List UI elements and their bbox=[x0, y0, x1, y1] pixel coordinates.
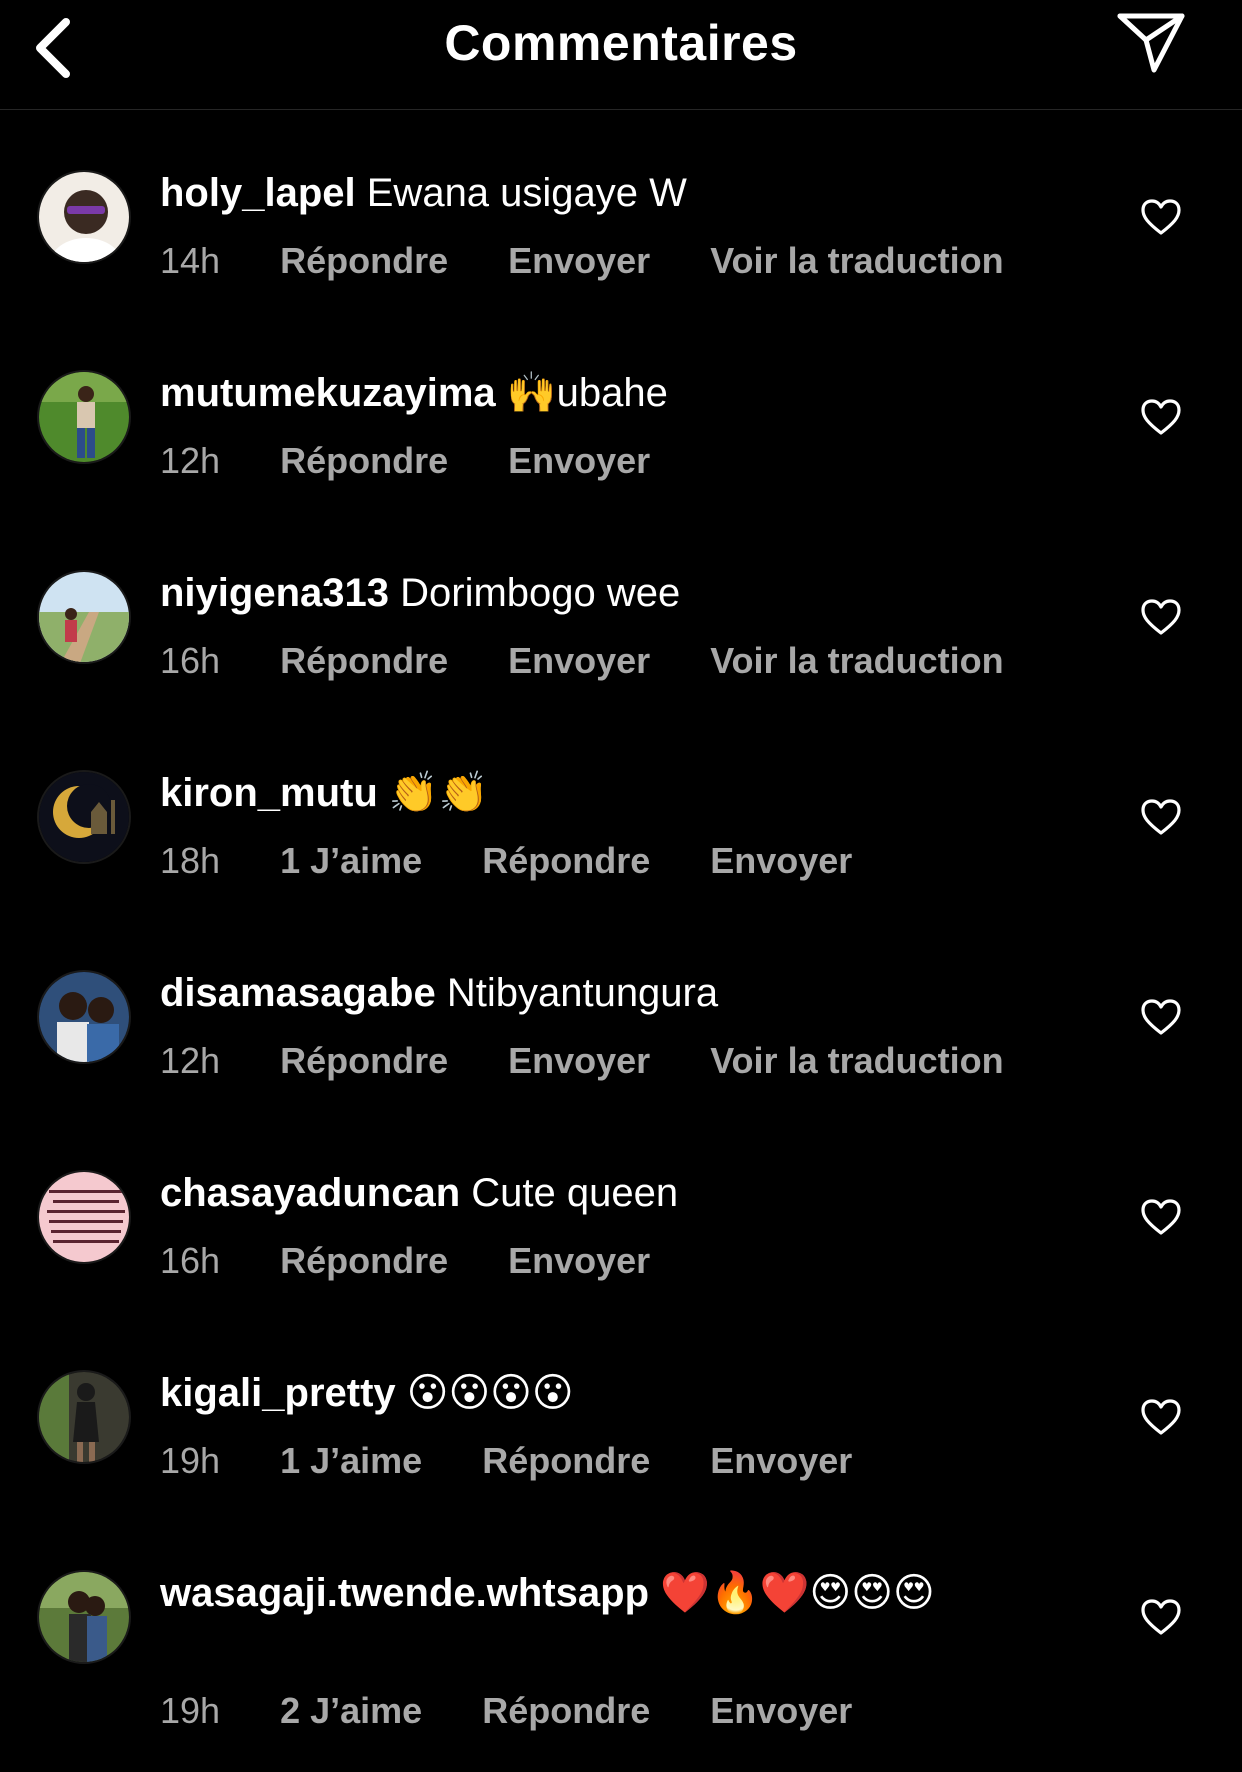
share-button[interactable] bbox=[1116, 10, 1186, 76]
reply-button[interactable]: Répondre bbox=[482, 1440, 650, 1481]
comment-body: 👏👏 bbox=[388, 771, 489, 815]
comment-username[interactable]: wasagaji.twende.whtsapp bbox=[160, 1571, 649, 1615]
heart-icon bbox=[1141, 399, 1181, 435]
comment-text: niyigena313 Dorimbogo wee bbox=[160, 568, 1060, 618]
like-button[interactable] bbox=[1140, 198, 1182, 238]
avatar-photo-icon bbox=[39, 1572, 129, 1662]
reply-button[interactable]: Répondre bbox=[280, 1040, 448, 1081]
comment-meta: 12h Répondre Envoyer Voir la traduction bbox=[160, 1040, 1054, 1082]
translate-button[interactable]: Voir la traduction bbox=[710, 1040, 1003, 1081]
comment-body: 🙌ubahe bbox=[506, 371, 668, 415]
send-button[interactable]: Envoyer bbox=[710, 840, 852, 881]
comment-meta: 16h Répondre Envoyer bbox=[160, 1240, 700, 1282]
comment-meta: 14h Répondre Envoyer Voir la traduction bbox=[160, 240, 1054, 282]
comment-time: 19h bbox=[160, 1440, 221, 1481]
comment-text: mutumekuzayima 🙌ubahe bbox=[160, 368, 1060, 418]
send-button[interactable]: Envoyer bbox=[508, 240, 650, 281]
comment-username[interactable]: holy_lapel bbox=[160, 171, 356, 215]
translate-button[interactable]: Voir la traduction bbox=[710, 240, 1003, 281]
comment-text: kiron_mutu 👏👏 bbox=[160, 768, 1060, 818]
comment-text: chasayaduncan Cute queen bbox=[160, 1168, 1060, 1218]
header-bar: Commentaires bbox=[0, 0, 1242, 110]
avatar-photo-icon bbox=[39, 372, 129, 462]
heart-icon bbox=[1141, 199, 1181, 235]
comment-time: 16h bbox=[160, 1240, 221, 1281]
avatar[interactable] bbox=[37, 970, 131, 1064]
send-button[interactable]: Envoyer bbox=[508, 440, 650, 481]
comment-body: Dorimbogo wee bbox=[400, 571, 681, 615]
comment-text: kigali_pretty 😮😮😮😮 bbox=[160, 1368, 1060, 1418]
like-button[interactable] bbox=[1140, 798, 1182, 838]
send-button[interactable]: Envoyer bbox=[508, 640, 650, 681]
send-button[interactable]: Envoyer bbox=[710, 1690, 852, 1731]
avatar[interactable] bbox=[37, 770, 131, 864]
heart-icon bbox=[1141, 999, 1181, 1035]
reply-button[interactable]: Répondre bbox=[280, 640, 448, 681]
paper-plane-icon bbox=[1117, 13, 1185, 73]
avatar[interactable] bbox=[37, 370, 131, 464]
like-button[interactable] bbox=[1140, 398, 1182, 438]
like-button[interactable] bbox=[1140, 598, 1182, 638]
reply-button[interactable]: Répondre bbox=[280, 1240, 448, 1281]
comment-meta: 19h 1 J’aime Répondre Envoyer bbox=[160, 1440, 902, 1482]
heart-icon bbox=[1141, 799, 1181, 835]
send-button[interactable]: Envoyer bbox=[508, 1240, 650, 1281]
comment-meta: 16h Répondre Envoyer Voir la traduction bbox=[160, 640, 1054, 682]
comment-meta: 18h 1 J’aime Répondre Envoyer bbox=[160, 840, 902, 882]
comment-username[interactable]: chasayaduncan bbox=[160, 1171, 460, 1215]
comment-meta: 19h 2 J’aime Répondre Envoyer bbox=[160, 1690, 902, 1732]
reply-button[interactable]: Répondre bbox=[482, 840, 650, 881]
avatar-photo-icon bbox=[39, 172, 129, 262]
comment-time: 18h bbox=[160, 840, 221, 881]
send-button[interactable]: Envoyer bbox=[710, 1440, 852, 1481]
avatar[interactable] bbox=[37, 1370, 131, 1464]
like-button[interactable] bbox=[1140, 998, 1182, 1038]
comment-body: ❤️🔥❤️😍😍😍 bbox=[660, 1571, 935, 1615]
comment-username[interactable]: disamasagabe bbox=[160, 971, 436, 1015]
avatar-photo-icon bbox=[39, 1372, 129, 1462]
crescent-moon-icon bbox=[39, 772, 129, 862]
comment-time: 12h bbox=[160, 1040, 221, 1081]
page-title: Commentaires bbox=[444, 15, 798, 71]
comment-body: Ewana usigaye W bbox=[366, 171, 687, 215]
reply-button[interactable]: Répondre bbox=[280, 440, 448, 481]
comment-meta: 12h Répondre Envoyer bbox=[160, 440, 700, 482]
reply-button[interactable]: Répondre bbox=[280, 240, 448, 281]
comment-body: 😮😮😮😮 bbox=[406, 1371, 574, 1415]
comment-time: 12h bbox=[160, 440, 221, 481]
avatar-photo-icon bbox=[39, 572, 129, 662]
quote-card-icon bbox=[39, 1172, 129, 1262]
comment-text: wasagaji.twende.whtsapp ❤️🔥❤️😍😍😍 bbox=[160, 1568, 1060, 1618]
avatar[interactable] bbox=[37, 570, 131, 664]
avatar[interactable] bbox=[37, 170, 131, 264]
like-button[interactable] bbox=[1140, 1598, 1182, 1638]
heart-icon bbox=[1141, 1199, 1181, 1235]
comment-username[interactable]: kiron_mutu bbox=[160, 771, 378, 815]
avatar-photo-icon bbox=[39, 972, 129, 1062]
send-button[interactable]: Envoyer bbox=[508, 1040, 650, 1081]
comment-body: Ntibyantungura bbox=[446, 971, 719, 1015]
avatar[interactable] bbox=[37, 1170, 131, 1264]
reply-button[interactable]: Répondre bbox=[482, 1690, 650, 1731]
comment-text: disamasagabe Ntibyantungura bbox=[160, 968, 1060, 1018]
heart-icon bbox=[1141, 599, 1181, 635]
comment-username[interactable]: niyigena313 bbox=[160, 571, 389, 615]
comment-time: 14h bbox=[160, 240, 221, 281]
likes-count-button[interactable]: 1 J’aime bbox=[280, 840, 422, 881]
heart-icon bbox=[1141, 1599, 1181, 1635]
likes-count-button[interactable]: 2 J’aime bbox=[280, 1690, 422, 1731]
like-button[interactable] bbox=[1140, 1398, 1182, 1438]
like-button[interactable] bbox=[1140, 1198, 1182, 1238]
heart-icon bbox=[1141, 1399, 1181, 1435]
likes-count-button[interactable]: 1 J’aime bbox=[280, 1440, 422, 1481]
translate-button[interactable]: Voir la traduction bbox=[710, 640, 1003, 681]
comment-time: 16h bbox=[160, 640, 221, 681]
comment-username[interactable]: mutumekuzayima bbox=[160, 371, 496, 415]
comment-time: 19h bbox=[160, 1690, 221, 1731]
comment-username[interactable]: kigali_pretty bbox=[160, 1371, 396, 1415]
comment-text: holy_lapel Ewana usigaye W bbox=[160, 168, 1060, 218]
avatar[interactable] bbox=[37, 1570, 131, 1664]
comment-body: Cute queen bbox=[471, 1171, 679, 1215]
